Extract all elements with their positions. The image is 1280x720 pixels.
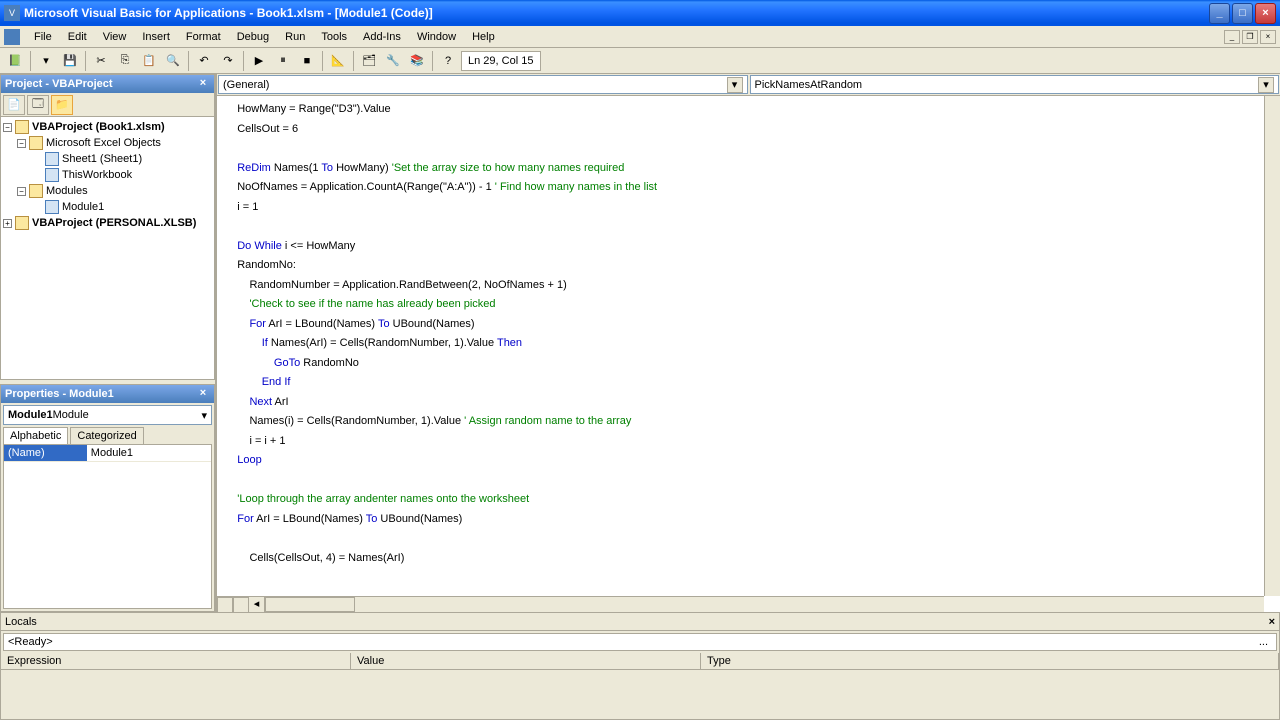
properties-object-dropdown[interactable]: Module1 Module ▾ xyxy=(3,405,212,425)
tree-item-module1[interactable]: Module1 xyxy=(3,199,212,215)
menu-help[interactable]: Help xyxy=(464,29,503,45)
toolbar: 📗 ▾ 💾 ✂ ⎘ 📋 🔍 ↶ ↷ ▶ ⏸ ■ 📐 🗂 🔧 📚 ? Ln 29,… xyxy=(0,48,1280,74)
locals-panel-title: Locals xyxy=(5,616,37,628)
window-titlebar: V Microsoft Visual Basic for Application… xyxy=(0,0,1280,26)
vertical-scrollbar[interactable] xyxy=(1264,96,1280,596)
copy-button[interactable]: ⎘ xyxy=(114,50,136,72)
procedure-view-button[interactable] xyxy=(217,597,233,612)
close-button[interactable]: × xyxy=(1255,3,1276,24)
mdi-close-button[interactable]: × xyxy=(1260,30,1276,44)
menu-add-ins[interactable]: Add-Ins xyxy=(355,29,409,45)
window-title: Microsoft Visual Basic for Applications … xyxy=(24,6,1209,20)
menu-format[interactable]: Format xyxy=(178,29,229,45)
tree-item-sheet1[interactable]: Sheet1 (Sheet1) xyxy=(3,151,212,167)
tree-item-excel-objects[interactable]: − Microsoft Excel Objects xyxy=(3,135,212,151)
collapse-icon[interactable]: − xyxy=(17,187,26,196)
cursor-position: Ln 29, Col 15 xyxy=(461,51,541,71)
collapse-icon[interactable]: − xyxy=(17,139,26,148)
locals-col-expression[interactable]: Expression xyxy=(1,653,351,669)
locals-call-stack-button[interactable]: ... xyxy=(1255,636,1272,648)
object-browser-button[interactable]: 📚 xyxy=(406,50,428,72)
view-object-button[interactable]: 🗔 xyxy=(27,95,49,115)
code-editor[interactable]: HowMany = Range("D3").Value CellsOut = 6… xyxy=(217,96,1280,612)
help-button[interactable]: ? xyxy=(437,50,459,72)
project-tree[interactable]: − VBAProject (Book1.xlsm) − Microsoft Ex… xyxy=(1,117,214,379)
tree-item-vbaproject-personal[interactable]: + VBAProject (PERSONAL.XLSB) xyxy=(3,215,212,231)
tree-item-modules[interactable]: − Modules xyxy=(3,183,212,199)
break-button[interactable]: ⏸ xyxy=(272,50,294,72)
locals-panel-close-button[interactable]: × xyxy=(1269,616,1275,628)
dropdown-arrow-icon[interactable]: ▾ xyxy=(1258,77,1274,93)
mdi-minimize-button[interactable]: _ xyxy=(1224,30,1240,44)
object-dropdown[interactable]: (General) ▾ xyxy=(218,75,748,94)
property-value-cell[interactable]: Module1 xyxy=(87,445,211,461)
module-icon xyxy=(45,200,59,214)
project-panel-title: Project - VBAProject xyxy=(5,78,113,90)
cut-button[interactable]: ✂ xyxy=(90,50,112,72)
redo-button[interactable]: ↷ xyxy=(217,50,239,72)
full-module-view-button[interactable] xyxy=(233,597,249,612)
menu-view[interactable]: View xyxy=(95,29,135,45)
project-explorer-panel: Project - VBAProject × 📄 🗔 📁 − VBAProjec… xyxy=(0,74,215,380)
maximize-button[interactable]: □ xyxy=(1232,3,1253,24)
menu-debug[interactable]: Debug xyxy=(229,29,277,45)
menu-file[interactable]: File xyxy=(26,29,60,45)
minimize-button[interactable]: _ xyxy=(1209,3,1230,24)
menu-tools[interactable]: Tools xyxy=(313,29,355,45)
toggle-folders-button[interactable]: 📁 xyxy=(51,95,73,115)
dropdown-arrow-icon[interactable]: ▾ xyxy=(727,77,743,93)
workbook-icon xyxy=(45,168,59,182)
properties-panel-title: Properties - Module1 xyxy=(5,388,114,400)
expand-icon[interactable]: + xyxy=(3,219,12,228)
tab-categorized[interactable]: Categorized xyxy=(70,427,143,444)
properties-panel-close-button[interactable]: × xyxy=(196,387,210,401)
vba-icon xyxy=(4,29,20,45)
insert-button[interactable]: ▾ xyxy=(35,50,57,72)
tree-item-vbaproject-book1[interactable]: − VBAProject (Book1.xlsm) xyxy=(3,119,212,135)
locals-panel: Locals × <Ready> ... Expression Value Ty… xyxy=(0,612,1280,720)
properties-panel: Properties - Module1 × Module1 Module ▾ … xyxy=(0,384,215,612)
design-mode-button[interactable]: 📐 xyxy=(327,50,349,72)
project-icon xyxy=(15,216,29,230)
tree-item-thisworkbook[interactable]: ThisWorkbook xyxy=(3,167,212,183)
property-name-cell[interactable]: (Name) xyxy=(4,445,87,461)
menubar: FileEditViewInsertFormatDebugRunToolsAdd… xyxy=(0,26,1280,48)
view-code-button[interactable]: 📄 xyxy=(3,95,25,115)
menu-insert[interactable]: Insert xyxy=(134,29,178,45)
horizontal-scrollbar[interactable]: ◂ xyxy=(217,596,1264,612)
locals-ready-text: <Ready> xyxy=(8,636,53,648)
collapse-icon[interactable]: − xyxy=(3,123,12,132)
save-button[interactable]: 💾 xyxy=(59,50,81,72)
locals-col-value[interactable]: Value xyxy=(351,653,701,669)
project-panel-close-button[interactable]: × xyxy=(196,77,210,91)
undo-button[interactable]: ↶ xyxy=(193,50,215,72)
menu-window[interactable]: Window xyxy=(409,29,464,45)
menu-edit[interactable]: Edit xyxy=(60,29,95,45)
procedure-dropdown[interactable]: PickNamesAtRandom ▾ xyxy=(750,75,1280,94)
folder-icon xyxy=(29,184,43,198)
view-excel-button[interactable]: 📗 xyxy=(4,50,26,72)
project-icon xyxy=(15,120,29,134)
properties-window-button[interactable]: 🔧 xyxy=(382,50,404,72)
vba-app-icon: V xyxy=(4,5,20,21)
run-button[interactable]: ▶ xyxy=(248,50,270,72)
sheet-icon xyxy=(45,152,59,166)
project-explorer-button[interactable]: 🗂 xyxy=(358,50,380,72)
mdi-restore-button[interactable]: ❐ xyxy=(1242,30,1258,44)
find-button[interactable]: 🔍 xyxy=(162,50,184,72)
tab-alphabetic[interactable]: Alphabetic xyxy=(3,427,68,444)
reset-button[interactable]: ■ xyxy=(296,50,318,72)
folder-icon xyxy=(29,136,43,150)
locals-col-type[interactable]: Type xyxy=(701,653,1279,669)
locals-grid-header: Expression Value Type xyxy=(1,653,1279,670)
paste-button[interactable]: 📋 xyxy=(138,50,160,72)
menu-run[interactable]: Run xyxy=(277,29,313,45)
